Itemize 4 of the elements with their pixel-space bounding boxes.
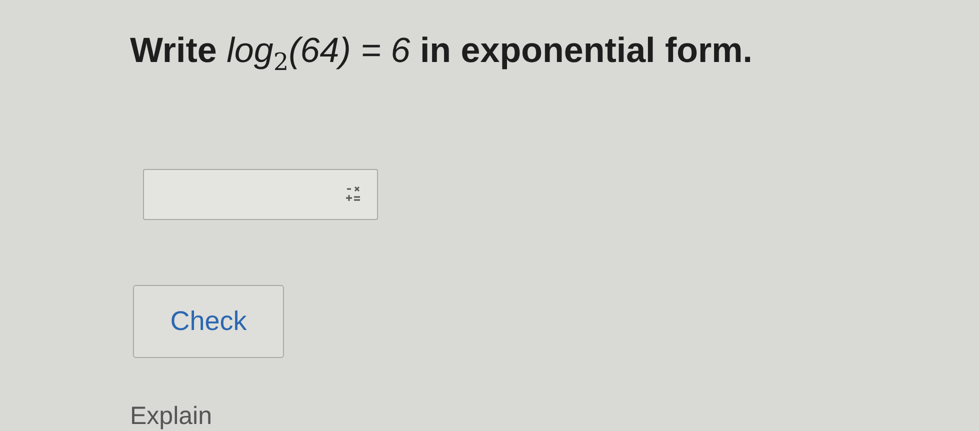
- explain-link[interactable]: Explain: [130, 402, 212, 431]
- question-text: Write log$_{2}$(64) = 6 in exponential form.: [130, 30, 752, 78]
- check-button[interactable]: Check: [133, 284, 284, 358]
- answer-field[interactable]: [143, 169, 378, 220]
